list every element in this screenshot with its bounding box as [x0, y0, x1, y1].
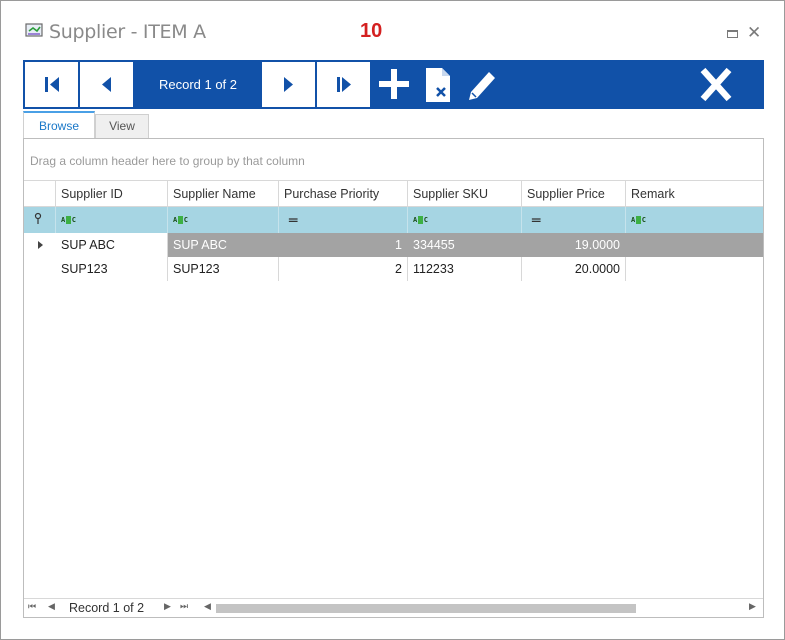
auto-filter-row: AC AC ═ AC ═ AC: [24, 207, 763, 233]
table-row[interactable]: SUP ABC SUP ABC 1 334455 19.0000: [24, 233, 763, 257]
column-header-remark[interactable]: Remark: [626, 181, 763, 207]
previous-record-button[interactable]: [80, 62, 133, 107]
add-icon[interactable]: [374, 60, 414, 109]
cell-supplier-name[interactable]: SUP ABC: [168, 233, 279, 257]
supplier-grid: Drag a column header here to group by th…: [23, 138, 764, 618]
cell-purchase-priority[interactable]: 2: [279, 257, 408, 281]
grid-header-row: Supplier ID Supplier Name Purchase Prior…: [24, 181, 763, 207]
cell-supplier-name[interactable]: SUP123: [168, 257, 279, 281]
tab-browse[interactable]: Browse: [23, 111, 95, 139]
record-position-label: Record 1 of 2: [158, 77, 238, 92]
supplier-window: Supplier - ITEM A 10 ✕ Record 1 of 2 Bro…: [0, 0, 785, 640]
previous-record-icon: [102, 77, 111, 92]
cell-supplier-id[interactable]: SUP123: [56, 257, 168, 281]
text-filter-icon: AC: [61, 216, 76, 224]
text-filter-icon: AC: [631, 216, 646, 224]
cell-supplier-sku[interactable]: 334455: [408, 233, 522, 257]
group-by-panel[interactable]: Drag a column header here to group by th…: [24, 139, 763, 181]
column-header-supplier-price[interactable]: Supplier Price: [522, 181, 626, 207]
window-close-icon[interactable]: ✕: [747, 23, 761, 43]
footer-previous-icon[interactable]: ◀: [48, 601, 55, 612]
next-record-icon: [284, 77, 293, 92]
last-record-icon: [337, 77, 351, 92]
edit-icon[interactable]: [461, 60, 501, 109]
footer-last-icon[interactable]: ⏭: [180, 601, 188, 612]
annotation-badge: 10: [360, 20, 383, 42]
maximize-icon[interactable]: [727, 30, 738, 38]
first-record-button[interactable]: [25, 62, 78, 107]
cell-supplier-price[interactable]: 20.0000: [522, 257, 626, 281]
text-filter-icon: AC: [173, 216, 188, 224]
row-indicator-header: [24, 181, 56, 207]
column-header-supplier-id[interactable]: Supplier ID: [56, 181, 168, 207]
grid-footer-navigator: ⏮ ◀ Record 1 of 2 ▶ ⏭ ◀ ▶: [24, 598, 763, 617]
cell-purchase-priority[interactable]: 1: [279, 233, 408, 257]
cell-remark[interactable]: [626, 233, 763, 257]
footer-record-label: Record 1 of 2: [69, 601, 145, 615]
cell-supplier-price[interactable]: 19.0000: [522, 233, 626, 257]
footer-next-icon[interactable]: ▶: [164, 601, 171, 612]
delete-icon[interactable]: [418, 60, 458, 109]
tab-view[interactable]: View: [95, 114, 149, 139]
filter-supplier-id[interactable]: AC: [56, 207, 168, 233]
filter-supplier-price[interactable]: ═: [522, 207, 626, 233]
filter-supplier-sku[interactable]: AC: [408, 207, 522, 233]
cell-supplier-sku[interactable]: 112233: [408, 257, 522, 281]
equals-filter-icon: ═: [289, 213, 298, 229]
horizontal-scrollbar-thumb[interactable]: [216, 604, 636, 613]
equals-filter-icon: ═: [532, 213, 541, 229]
first-record-icon: [45, 77, 59, 92]
cell-remark[interactable]: [626, 257, 763, 281]
text-filter-icon: AC: [413, 216, 428, 224]
table-row[interactable]: SUP123 SUP123 2 112233 20.0000: [24, 257, 763, 281]
row-indicator: [24, 257, 56, 281]
column-header-supplier-sku[interactable]: Supplier SKU: [408, 181, 522, 207]
last-record-button[interactable]: [317, 62, 370, 107]
window-app-icon: [25, 23, 43, 37]
window-title: Supplier - ITEM A: [49, 21, 206, 43]
filter-purchase-priority[interactable]: ═: [279, 207, 408, 233]
filter-pin-icon: [34, 212, 42, 224]
record-toolbar: Record 1 of 2: [23, 60, 764, 109]
filter-supplier-name[interactable]: AC: [168, 207, 279, 233]
column-header-purchase-priority[interactable]: Purchase Priority: [279, 181, 408, 207]
tab-strip: Browse View: [23, 111, 764, 139]
filter-pin-cell: [24, 207, 56, 233]
cell-supplier-id[interactable]: SUP ABC: [56, 233, 168, 257]
column-header-supplier-name[interactable]: Supplier Name: [168, 181, 279, 207]
footer-first-icon[interactable]: ⏮: [28, 601, 36, 612]
next-record-button[interactable]: [262, 62, 315, 107]
row-indicator-icon: [38, 241, 43, 249]
filter-remark[interactable]: AC: [626, 207, 763, 233]
row-indicator: [24, 233, 56, 257]
scroll-left-icon[interactable]: ◀: [204, 601, 211, 612]
close-icon[interactable]: [696, 60, 736, 109]
scroll-right-icon[interactable]: ▶: [749, 601, 756, 612]
